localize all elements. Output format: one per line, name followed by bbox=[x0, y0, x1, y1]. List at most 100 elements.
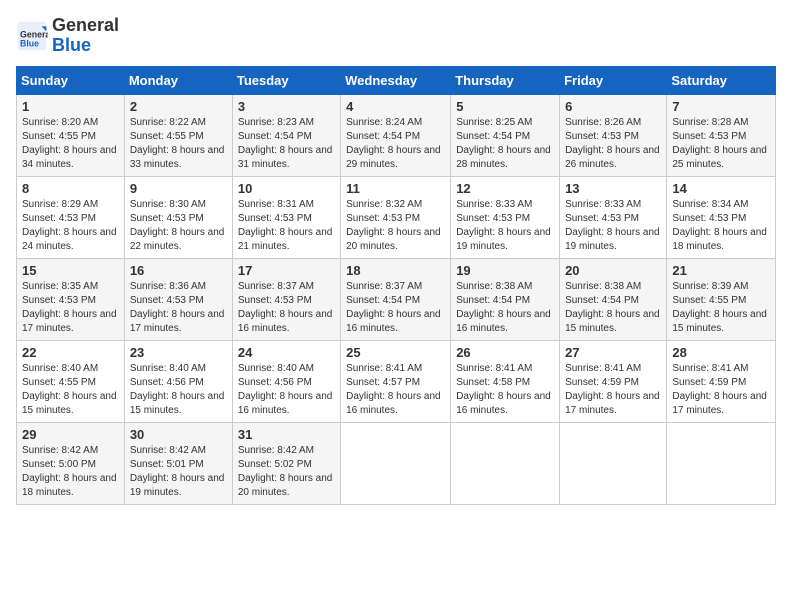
day-info: Sunrise: 8:23 AMSunset: 4:54 PMDaylight:… bbox=[238, 117, 333, 170]
logo-icon: General Blue bbox=[16, 20, 48, 52]
day-number: 10 bbox=[238, 181, 335, 196]
day-cell: 14 Sunrise: 8:34 AMSunset: 4:53 PMDayligh… bbox=[667, 176, 776, 258]
day-cell: 28 Sunrise: 8:41 AMSunset: 4:59 PMDayligh… bbox=[667, 340, 776, 422]
day-cell bbox=[667, 422, 776, 504]
day-cell: 27Sunrise: 8:41 AMSunset: 4:59 PMDayligh… bbox=[560, 340, 667, 422]
logo-text-general: General Blue bbox=[52, 16, 119, 56]
day-number: 21 bbox=[672, 263, 770, 278]
header-row: Sunday Monday Tuesday Wednesday Thursday… bbox=[17, 66, 776, 94]
day-number: 25 bbox=[346, 345, 445, 360]
day-number: 12 bbox=[456, 181, 554, 196]
day-info: Sunrise: 8:42 AMSunset: 5:00 PMDaylight:… bbox=[22, 445, 117, 498]
day-number: 26 bbox=[456, 345, 554, 360]
day-number: 7 bbox=[672, 99, 770, 114]
day-info: Sunrise: 8:33 AMSunset: 4:53 PMDaylight:… bbox=[565, 199, 660, 252]
day-cell: 11 Sunrise: 8:32 AMSunset: 4:53 PMDayligh… bbox=[341, 176, 451, 258]
day-cell: 20 Sunrise: 8:38 AMSunset: 4:54 PMDayligh… bbox=[560, 258, 667, 340]
col-wednesday: Wednesday bbox=[341, 66, 451, 94]
day-number: 9 bbox=[130, 181, 227, 196]
day-info: Sunrise: 8:42 AMSunset: 5:01 PMDaylight:… bbox=[130, 445, 225, 498]
day-cell: 6 Sunrise: 8:26 AMSunset: 4:53 PMDaylight… bbox=[560, 94, 667, 176]
day-info: Sunrise: 8:31 AMSunset: 4:53 PMDaylight:… bbox=[238, 199, 333, 252]
day-info: Sunrise: 8:20 AMSunset: 4:55 PMDaylight:… bbox=[22, 117, 117, 170]
col-sunday: Sunday bbox=[17, 66, 125, 94]
day-info: Sunrise: 8:42 AMSunset: 5:02 PMDaylight:… bbox=[238, 445, 333, 498]
day-number: 22 bbox=[22, 345, 119, 360]
col-saturday: Saturday bbox=[667, 66, 776, 94]
day-cell: 15 Sunrise: 8:35 AMSunset: 4:53 PMDayligh… bbox=[17, 258, 125, 340]
week-row-2: 8 Sunrise: 8:29 AMSunset: 4:53 PMDaylight… bbox=[17, 176, 776, 258]
day-number: 8 bbox=[22, 181, 119, 196]
day-cell: 8 Sunrise: 8:29 AMSunset: 4:53 PMDaylight… bbox=[17, 176, 125, 258]
day-info: Sunrise: 8:33 AMSunset: 4:53 PMDaylight:… bbox=[456, 199, 551, 252]
day-number: 29 bbox=[22, 427, 119, 442]
day-cell: 10 Sunrise: 8:31 AMSunset: 4:53 PMDayligh… bbox=[232, 176, 340, 258]
day-cell: 12 Sunrise: 8:33 AMSunset: 4:53 PMDayligh… bbox=[451, 176, 560, 258]
day-cell: 29 Sunrise: 8:42 AMSunset: 5:00 PMDayligh… bbox=[17, 422, 125, 504]
day-info: Sunrise: 8:30 AMSunset: 4:53 PMDaylight:… bbox=[130, 199, 225, 252]
day-number: 23 bbox=[130, 345, 227, 360]
day-cell: 24Sunrise: 8:40 AMSunset: 4:56 PMDayligh… bbox=[232, 340, 340, 422]
day-info: Sunrise: 8:38 AMSunset: 4:54 PMDaylight:… bbox=[456, 281, 551, 334]
day-number: 31 bbox=[238, 427, 335, 442]
day-info: Sunrise: 8:35 AMSunset: 4:53 PMDaylight:… bbox=[22, 281, 117, 334]
day-info: Sunrise: 8:41 AMSunset: 4:59 PMDaylight:… bbox=[565, 363, 660, 416]
header: General Blue General Blue bbox=[16, 16, 776, 56]
day-cell: 22Sunrise: 8:40 AMSunset: 4:55 PMDayligh… bbox=[17, 340, 125, 422]
day-cell: 18Sunrise: 8:37 AMSunset: 4:54 PMDayligh… bbox=[341, 258, 451, 340]
day-cell bbox=[451, 422, 560, 504]
day-info: Sunrise: 8:36 AMSunset: 4:53 PMDaylight:… bbox=[130, 281, 225, 334]
week-row-1: 1 Sunrise: 8:20 AMSunset: 4:55 PMDaylight… bbox=[17, 94, 776, 176]
col-tuesday: Tuesday bbox=[232, 66, 340, 94]
day-number: 6 bbox=[565, 99, 661, 114]
day-info: Sunrise: 8:41 AMSunset: 4:57 PMDaylight:… bbox=[346, 363, 441, 416]
day-cell: 7 Sunrise: 8:28 AMSunset: 4:53 PMDaylight… bbox=[667, 94, 776, 176]
day-cell: 17Sunrise: 8:37 AMSunset: 4:53 PMDayligh… bbox=[232, 258, 340, 340]
day-info: Sunrise: 8:40 AMSunset: 4:56 PMDaylight:… bbox=[130, 363, 225, 416]
day-info: Sunrise: 8:41 AMSunset: 4:59 PMDaylight:… bbox=[672, 363, 767, 416]
day-info: Sunrise: 8:26 AMSunset: 4:53 PMDaylight:… bbox=[565, 117, 660, 170]
day-number: 28 bbox=[672, 345, 770, 360]
calendar-table: Sunday Monday Tuesday Wednesday Thursday… bbox=[16, 66, 776, 505]
day-cell: 25 Sunrise: 8:41 AMSunset: 4:57 PMDayligh… bbox=[341, 340, 451, 422]
day-cell: 21 Sunrise: 8:39 AMSunset: 4:55 PMDayligh… bbox=[667, 258, 776, 340]
day-cell bbox=[560, 422, 667, 504]
day-cell: 26 Sunrise: 8:41 AMSunset: 4:58 PMDayligh… bbox=[451, 340, 560, 422]
day-info: Sunrise: 8:41 AMSunset: 4:58 PMDaylight:… bbox=[456, 363, 551, 416]
day-number: 20 bbox=[565, 263, 661, 278]
day-number: 14 bbox=[672, 181, 770, 196]
day-number: 2 bbox=[130, 99, 227, 114]
day-number: 4 bbox=[346, 99, 445, 114]
day-number: 19 bbox=[456, 263, 554, 278]
day-info: Sunrise: 8:34 AMSunset: 4:53 PMDaylight:… bbox=[672, 199, 767, 252]
day-number: 30 bbox=[130, 427, 227, 442]
day-cell: 30 Sunrise: 8:42 AMSunset: 5:01 PMDayligh… bbox=[124, 422, 232, 504]
day-info: Sunrise: 8:32 AMSunset: 4:53 PMDaylight:… bbox=[346, 199, 441, 252]
day-info: Sunrise: 8:39 AMSunset: 4:55 PMDaylight:… bbox=[672, 281, 767, 334]
day-info: Sunrise: 8:28 AMSunset: 4:53 PMDaylight:… bbox=[672, 117, 767, 170]
day-number: 15 bbox=[22, 263, 119, 278]
calendar-container: General Blue General Blue Sunday Monday … bbox=[0, 0, 792, 513]
day-cell: 16Sunrise: 8:36 AMSunset: 4:53 PMDayligh… bbox=[124, 258, 232, 340]
day-cell: 23 Sunrise: 8:40 AMSunset: 4:56 PMDayligh… bbox=[124, 340, 232, 422]
day-cell: 4Sunrise: 8:24 AMSunset: 4:54 PMDaylight… bbox=[341, 94, 451, 176]
day-cell: 2 Sunrise: 8:22 AMSunset: 4:55 PMDaylight… bbox=[124, 94, 232, 176]
day-number: 24 bbox=[238, 345, 335, 360]
day-cell: 5 Sunrise: 8:25 AMSunset: 4:54 PMDaylight… bbox=[451, 94, 560, 176]
day-info: Sunrise: 8:25 AMSunset: 4:54 PMDaylight:… bbox=[456, 117, 551, 170]
day-info: Sunrise: 8:22 AMSunset: 4:55 PMDaylight:… bbox=[130, 117, 225, 170]
day-cell: 13Sunrise: 8:33 AMSunset: 4:53 PMDayligh… bbox=[560, 176, 667, 258]
day-number: 5 bbox=[456, 99, 554, 114]
day-cell: 3 Sunrise: 8:23 AMSunset: 4:54 PMDaylight… bbox=[232, 94, 340, 176]
day-cell: 19 Sunrise: 8:38 AMSunset: 4:54 PMDayligh… bbox=[451, 258, 560, 340]
day-number: 1 bbox=[22, 99, 119, 114]
day-number: 3 bbox=[238, 99, 335, 114]
col-thursday: Thursday bbox=[451, 66, 560, 94]
day-info: Sunrise: 8:29 AMSunset: 4:53 PMDaylight:… bbox=[22, 199, 117, 252]
col-monday: Monday bbox=[124, 66, 232, 94]
svg-text:Blue: Blue bbox=[20, 38, 39, 48]
day-number: 11 bbox=[346, 181, 445, 196]
day-info: Sunrise: 8:37 AMSunset: 4:53 PMDaylight:… bbox=[238, 281, 333, 334]
week-row-4: 22Sunrise: 8:40 AMSunset: 4:55 PMDayligh… bbox=[17, 340, 776, 422]
day-info: Sunrise: 8:38 AMSunset: 4:54 PMDaylight:… bbox=[565, 281, 660, 334]
